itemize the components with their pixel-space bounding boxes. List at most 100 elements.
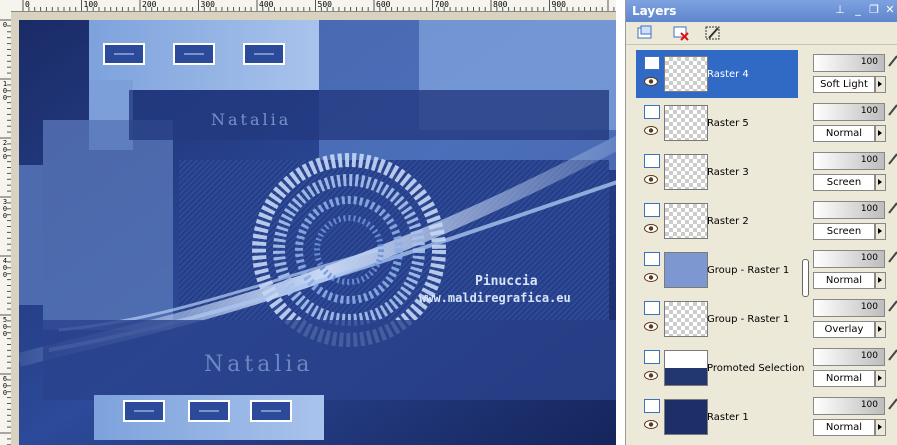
watermark-name: Pinuccia	[475, 274, 538, 289]
opacity-value: 100	[860, 155, 878, 165]
opacity-slider[interactable]: 100	[813, 152, 885, 170]
panel-splitter[interactable]	[801, 46, 809, 445]
layer-thumbnail	[664, 105, 708, 141]
ruler-label: 0	[2, 21, 8, 29]
blend-mode-dropdown-button[interactable]	[875, 174, 886, 191]
delete-layer-icon[interactable]	[672, 25, 690, 41]
opacity-slider[interactable]: 100	[813, 348, 885, 366]
edit-pencil-icon[interactable]	[887, 152, 897, 166]
raster-layer-icon	[644, 301, 660, 315]
ruler-label: 900	[551, 0, 566, 9]
opacity-slider[interactable]: 100	[813, 299, 885, 317]
panel-title: Layers	[632, 4, 677, 18]
blend-mode-select[interactable]: Normal	[813, 370, 875, 387]
layer-properties-row: 100 Soft Light	[809, 50, 897, 98]
raster-layer-icon	[644, 56, 660, 70]
blend-mode-dropdown-button[interactable]	[875, 76, 886, 93]
layers-panel[interactable]: Layers ⊥ _ ❐ ✕ Raster 4 Raster 5 Raster …	[625, 0, 897, 445]
blend-mode-select[interactable]: Overlay	[813, 321, 875, 338]
layer-name: Group - Raster 1	[707, 314, 790, 325]
layer-properties-row: 100 Screen	[809, 148, 897, 196]
blend-mode-select[interactable]: Soft Light	[813, 76, 875, 93]
blend-mode-dropdown-button[interactable]	[875, 321, 886, 338]
ruler-label: 300	[200, 0, 215, 9]
edit-pencil-icon[interactable]	[887, 201, 897, 215]
signature-top: Natalia	[211, 110, 292, 129]
ruler-label: 600	[376, 0, 391, 9]
signature-bottom: Natalia	[204, 352, 314, 377]
blend-mode-dropdown-button[interactable]	[875, 370, 886, 387]
layer-properties-row: 100 Overlay	[809, 295, 897, 343]
layer-properties: 100 Soft Light 100 Normal 100 Screen 100…	[809, 46, 897, 445]
layer-name: Raster 5	[707, 118, 749, 129]
layer-row[interactable]: Group - Raster 1	[636, 246, 798, 294]
edit-pencil-icon[interactable]	[887, 54, 897, 68]
layer-row[interactable]: Raster 2	[636, 197, 798, 245]
edit-pencil-icon[interactable]	[887, 103, 897, 117]
blend-mode-dropdown-button[interactable]	[875, 419, 886, 436]
layer-row[interactable]: Raster 5	[636, 99, 798, 147]
opacity-slider[interactable]: 100	[813, 250, 885, 268]
opacity-slider[interactable]: 100	[813, 201, 885, 219]
new-layer-icon[interactable]	[636, 25, 654, 41]
layer-thumbnail	[664, 350, 708, 386]
opacity-value: 100	[860, 400, 878, 410]
layer-properties-row: 100 Normal	[809, 99, 897, 147]
blend-mode-select[interactable]: Normal	[813, 125, 875, 142]
mask-icon[interactable]	[704, 25, 722, 41]
layer-row[interactable]: Group - Raster 1	[636, 295, 798, 343]
panel-gap	[616, 0, 625, 445]
watermark-url: www.maldiregrafica.eu	[419, 291, 571, 305]
panel-titlebar[interactable]: Layers ⊥ _ ❐ ✕	[626, 0, 897, 22]
ruler-label: 100	[83, 0, 98, 9]
opacity-slider[interactable]: 100	[813, 54, 885, 72]
layer-name: Group - Raster 1	[707, 265, 790, 276]
blend-mode-dropdown-button[interactable]	[875, 223, 886, 240]
edit-pencil-icon[interactable]	[887, 397, 897, 411]
ruler-label: 500	[317, 0, 332, 9]
layer-thumbnail	[664, 203, 708, 239]
raster-layer-icon	[644, 350, 660, 364]
close-icon[interactable]: ✕	[884, 4, 896, 16]
visibility-eye-icon[interactable]	[644, 77, 658, 86]
edit-pencil-icon[interactable]	[887, 250, 897, 264]
layer-thumbnail	[664, 154, 708, 190]
restore-icon[interactable]: ❐	[868, 4, 880, 16]
opacity-slider[interactable]: 100	[813, 103, 885, 121]
visibility-eye-icon[interactable]	[644, 175, 658, 184]
layer-row[interactable]: Raster 1	[636, 393, 798, 441]
edit-pencil-icon[interactable]	[887, 299, 897, 313]
visibility-eye-icon[interactable]	[644, 322, 658, 331]
blend-mode-select[interactable]: Screen	[813, 223, 875, 240]
opacity-slider[interactable]: 100	[813, 397, 885, 415]
blend-mode-dropdown-button[interactable]	[875, 125, 886, 142]
layer-name: Raster 3	[707, 167, 749, 178]
horizontal-ruler: 0 100 200 300 400 500 600 700 800 900	[0, 0, 625, 12]
canvas-workspace[interactable]: Pinuccia www.maldiregrafica.eu Natalia N…	[11, 12, 625, 445]
visibility-eye-icon[interactable]	[644, 126, 658, 135]
layer-name: Raster 4	[707, 69, 749, 80]
minimize-icon[interactable]: _	[852, 4, 864, 16]
layer-thumbnail	[664, 399, 708, 435]
visibility-eye-icon[interactable]	[644, 273, 658, 282]
visibility-eye-icon[interactable]	[644, 371, 658, 380]
opacity-value: 100	[860, 351, 878, 361]
image-canvas[interactable]: Pinuccia www.maldiregrafica.eu Natalia N…	[19, 20, 623, 445]
ruler-label: 6 0 0	[2, 375, 8, 397]
blend-mode-select[interactable]: Normal	[813, 419, 875, 436]
visibility-eye-icon[interactable]	[644, 224, 658, 233]
blend-mode-select[interactable]: Screen	[813, 174, 875, 191]
blend-mode-select[interactable]: Normal	[813, 272, 875, 289]
layer-row[interactable]: Promoted Selection	[636, 344, 804, 392]
splitter-handle[interactable]	[802, 259, 809, 297]
layer-row[interactable]: Raster 4	[636, 50, 798, 98]
opacity-value: 100	[860, 253, 878, 263]
edit-pencil-icon[interactable]	[887, 348, 897, 362]
visibility-eye-icon[interactable]	[644, 420, 658, 429]
layer-name: Raster 1	[707, 412, 749, 423]
layer-row[interactable]: Raster 3	[636, 148, 798, 196]
pin-icon[interactable]: ⊥	[834, 4, 846, 16]
ruler-label: 800	[493, 0, 508, 9]
blend-mode-dropdown-button[interactable]	[875, 272, 886, 289]
raster-layer-icon	[644, 399, 660, 413]
